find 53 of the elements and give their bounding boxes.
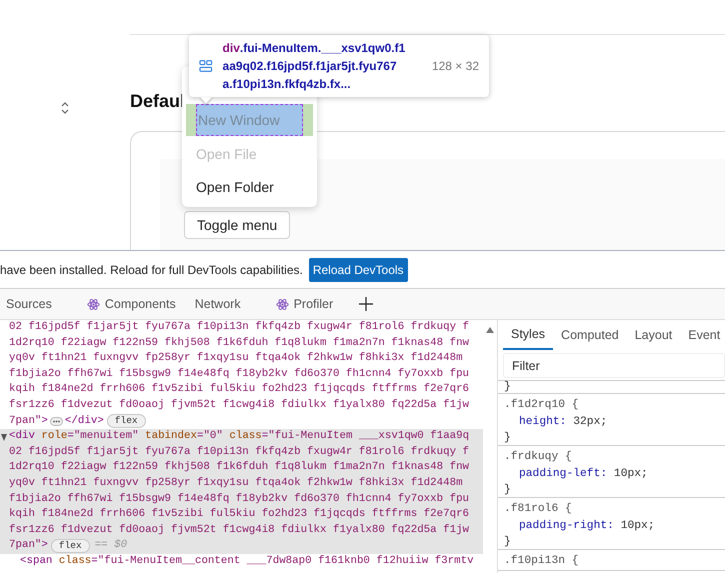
css-selector: .frdkuqy { xyxy=(504,450,573,465)
code-text: fsr1zz6 f1dvezut fd0oaoj fjvm52t f1cwg4i8 fdiulkx f1yalx80 fq22d5a f1jw xyxy=(9,522,470,538)
devtools-tab[interactable]: Profiler xyxy=(276,297,334,311)
toggle-menu-button[interactable]: Toggle menu xyxy=(184,211,290,239)
element-size: 128 × 32 xyxy=(432,59,479,73)
code-text: f1bjia2o ffh67wi f15bsgw9 f14e48fq f18yb2kv fd6o370 fh1cnn4 fy7oxxb fpu xyxy=(9,366,470,382)
sort-chevrons-icon xyxy=(59,101,71,115)
devtools-tab[interactable]: Sources xyxy=(6,297,52,311)
css-declaration: height: 32px; xyxy=(518,414,608,430)
code-text: <span class="fui-MenuItem__content ___7dw8ap0 f161knb0 f12huiiw f3rmtv xyxy=(20,554,474,569)
code-text: kqih f184ne2d frrh606 f1v5zibi ful5kiu fo2hd23 f1jqcqds ftffrms f2e7qr6 xyxy=(9,507,470,522)
devtools-tab[interactable]: Components xyxy=(86,297,176,311)
code-text: 02 f16jpd5f f1jar5jt fyu767a f10pi13n fkfq4zb fxugw4r f81rol6 frdkuqy f xyxy=(9,320,470,335)
reload-devtools-button[interactable]: Reload DevTools xyxy=(308,258,408,282)
code-text: <div role="menuitem" tabindex="0" class="fui-MenuItem ___xsv1qw0 f1aa9q xyxy=(9,429,470,444)
expand-arrow-icon[interactable] xyxy=(1,434,7,442)
code-text: 7pan"> xyxy=(9,414,48,429)
react-icon xyxy=(276,298,289,310)
code-text: 7pan"> xyxy=(9,538,48,554)
add-tab-icon[interactable] xyxy=(358,296,374,312)
code-text: </div> xyxy=(64,414,104,429)
devtools-tab[interactable]: Network xyxy=(194,297,241,311)
flex-badge[interactable]: flex xyxy=(50,539,90,554)
react-icon xyxy=(86,298,100,310)
filter-field[interactable]: Filter xyxy=(503,353,725,378)
rule-brace: } xyxy=(504,432,512,444)
rule-brace: } xyxy=(504,536,512,548)
styles-tab[interactable]: Computed xyxy=(553,320,627,350)
ellipsis-icon[interactable] xyxy=(50,416,63,426)
code-text: 02 f16jpd5f f1jar5jt fyu767a f10pi13n fkfq4zb fxugw4r f81rol6 frdkuqy f xyxy=(9,444,470,460)
styles-tab[interactable]: Layout xyxy=(626,320,680,350)
css-declaration: padding-right: 10px; xyxy=(518,518,656,534)
code-text: yq0v ft1hn21 fuxngvv fp258yr f1xqy1su ftqa4ok f2hkw1w f8hki3x f1d2448m xyxy=(9,351,463,366)
css-selector: .f81rol6 { xyxy=(504,502,573,517)
code-text: fsr1zz6 f1dvezut fd0oaoj fjvm52t f1cwg4i8 fdiulkx f1yalx80 fq22d5a f1jw xyxy=(9,398,470,413)
rule-brace: } xyxy=(504,484,512,496)
flex-badge[interactable]: flex xyxy=(106,414,146,428)
code-text: f1bjia2o ffh67wi f15bsgw9 f14e48fq f18yb2kv fd6o370 fh1cnn4 fy7oxxb fpu xyxy=(9,492,470,507)
code-text: 1d2rq10 f22iagw f122n59 fkhj508 f1k6fduh f1q8lukm f1ma2n7n f1knas48 fnw xyxy=(9,460,470,476)
element-selector: div.fui-MenuItem.___xsv1qw0.f1 aa9q02.f16jpd5f.f1jar5jt.fyu767 a.f10pi13n.fkfq4zb.fx... xyxy=(222,40,406,93)
css-declaration: padding-left: 10px; xyxy=(518,466,649,482)
code-text: 1d2rq10 f22iagw f122n59 fkhj508 f1k6fduh f1q8lukm f1ma2n7n f1knas48 fnw xyxy=(9,336,470,351)
scroll-up-icon[interactable] xyxy=(486,327,494,333)
info-message: have been installed. Reload for full DevTools capabilities. xyxy=(0,262,303,276)
styles-tab[interactable]: Event xyxy=(680,320,725,350)
code-text: yq0v ft1hn21 fuxngvv fp258yr f1xqy1su ftqa4ok f2hkw1w f8hki3x f1d2448m xyxy=(9,476,463,491)
node-reference: == $0 xyxy=(94,538,128,554)
css-selector: .f10pi13n { xyxy=(504,554,580,569)
rule-brace: } xyxy=(504,381,511,393)
css-selector: .f1d2rq10 { xyxy=(504,398,580,413)
code-text: kqih f184ne2d frrh606 f1v5zibi ful5kiu fo2hd23 f1jqcqds ftffrms f2e7qr6 xyxy=(9,382,470,398)
menu-item[interactable]: Open Folder xyxy=(186,171,313,204)
layout-icon xyxy=(199,59,213,73)
